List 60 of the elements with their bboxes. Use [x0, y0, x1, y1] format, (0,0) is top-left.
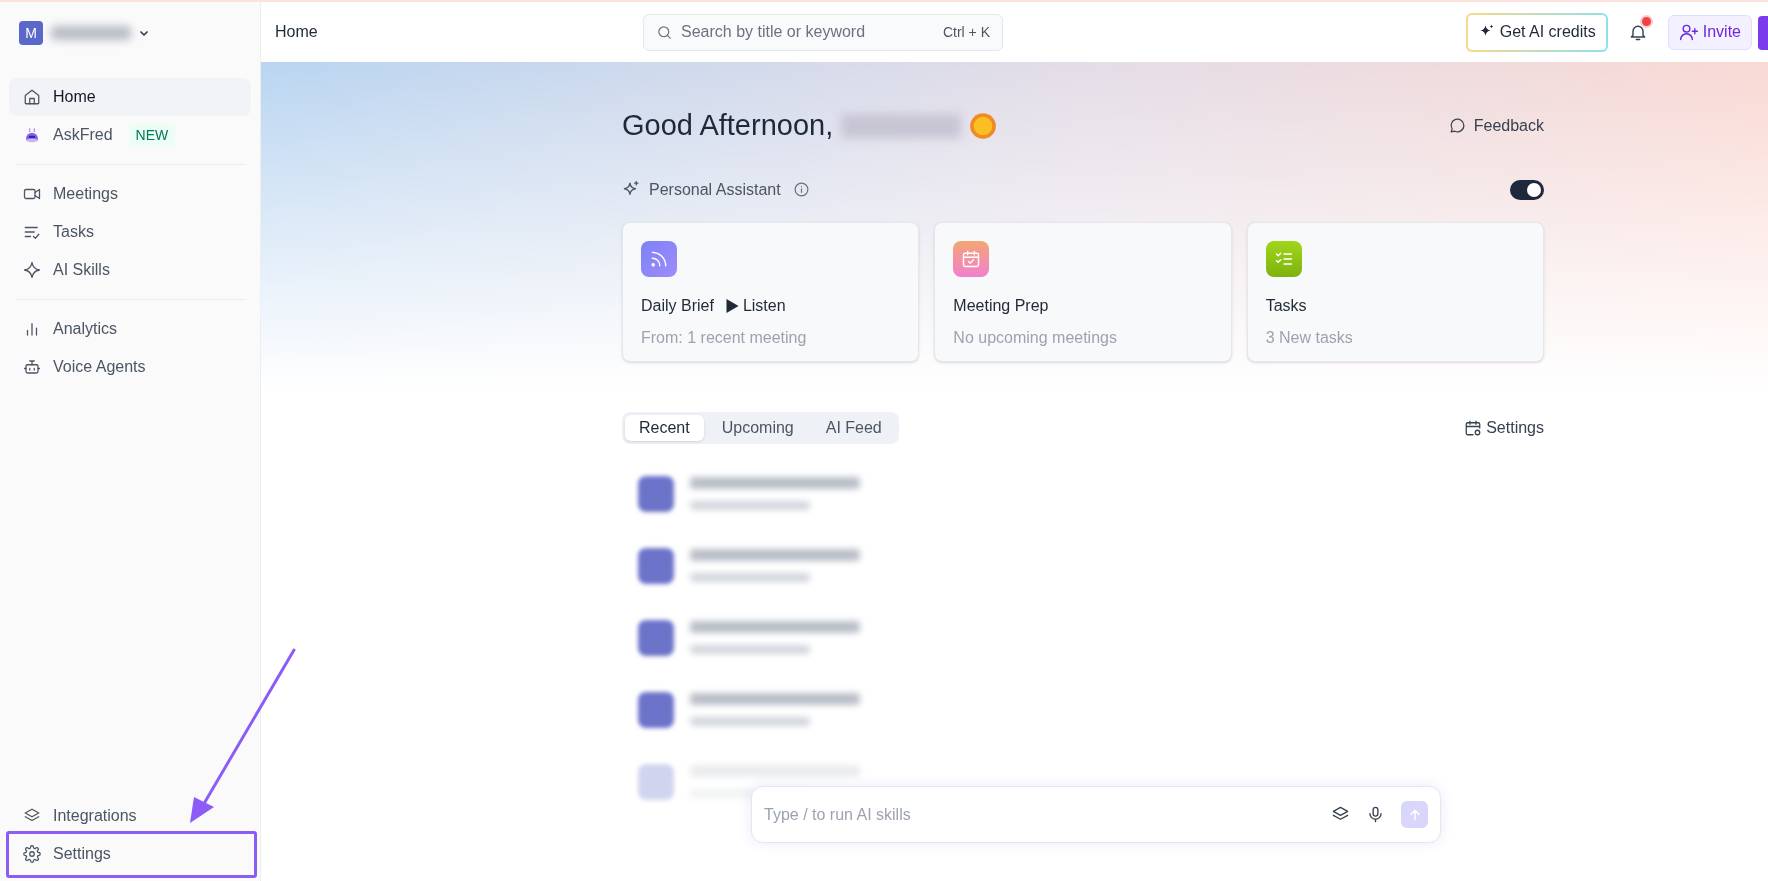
- meeting-icon: [638, 763, 674, 800]
- home-icon: [23, 88, 41, 106]
- search-icon: [656, 23, 673, 41]
- chevron-down-icon[interactable]: [139, 28, 149, 38]
- assistant-toggle[interactable]: [1510, 179, 1544, 200]
- sidebar-item[interactable]: Voice Agents: [9, 348, 251, 386]
- meeting-icon: [638, 619, 674, 656]
- card-subtitle: From: 1 recent meeting: [641, 327, 808, 348]
- robot-icon: [23, 358, 41, 376]
- feedback-button[interactable]: Feedback: [1448, 113, 1544, 138]
- calendar-gear-icon: [1464, 418, 1483, 437]
- checklist-icon: [1265, 240, 1302, 277]
- workspace-avatar[interactable]: M: [19, 21, 43, 45]
- sidebar-item[interactable]: AI Skills: [9, 251, 251, 289]
- feed-icon: [641, 240, 677, 277]
- summary-card[interactable]: Daily Brief Listen From: 1 recent meeting: [622, 221, 920, 362]
- page-title: Home: [275, 22, 319, 42]
- settings-icon: [23, 845, 41, 863]
- card-title: Tasks: [1265, 295, 1307, 316]
- sidebar-item[interactable]: Tasks: [9, 213, 251, 251]
- card-subtitle: 3 New tasks: [1265, 327, 1354, 348]
- meeting-icon: [638, 547, 674, 584]
- tab[interactable]: AI Feed: [811, 414, 896, 441]
- arrow-up-icon: [1407, 807, 1422, 822]
- sidebar-item[interactable]: Integrations: [9, 797, 251, 835]
- sidebar-item[interactable]: Settings: [9, 835, 251, 873]
- robot-icon: [23, 126, 41, 144]
- tab[interactable]: Recent: [625, 414, 704, 441]
- card-subtitle: No upcoming meetings: [953, 327, 1118, 348]
- invite-button[interactable]: Invite: [1667, 14, 1752, 50]
- calendar-icon: [953, 240, 990, 277]
- meeting-icon: [638, 691, 674, 728]
- search-bar[interactable]: Search by title or keyword Ctrl + K: [643, 13, 1003, 51]
- sidebar-item[interactable]: AskFred NEW: [9, 116, 251, 154]
- tab[interactable]: Upcoming: [707, 414, 808, 441]
- microphone-icon[interactable]: [1366, 805, 1385, 824]
- new-badge: NEW: [128, 123, 176, 147]
- search-field[interactable]: Search by title or keyword: [681, 20, 935, 44]
- chat-bubble-icon: [1448, 117, 1466, 135]
- composer-panel[interactable]: Type / to run AI skills: [751, 786, 1441, 843]
- meeting-icon: [638, 475, 674, 512]
- sun-icon: [969, 111, 998, 140]
- sidebar-item[interactable]: Analytics: [9, 310, 251, 348]
- card-title: Meeting Prep: [953, 295, 1049, 316]
- settings-link[interactable]: Settings: [1464, 415, 1544, 440]
- info-icon[interactable]: [792, 181, 810, 198]
- composer-field[interactable]: Type / to run AI skills: [764, 802, 1315, 827]
- sidebar-item[interactable]: Meetings: [9, 175, 251, 213]
- add-user-icon: [1678, 22, 1699, 42]
- play-icon: [725, 298, 739, 313]
- sidebar-item[interactable]: Home: [9, 78, 251, 116]
- assistant-label: Personal Assistant: [649, 179, 781, 200]
- summary-card[interactable]: Tasks 3 New tasks: [1246, 221, 1544, 362]
- greeting: Good Afternoon,: [622, 108, 834, 143]
- summary-card[interactable]: Meeting Prep No upcoming meetings: [934, 221, 1232, 362]
- sparkle-icon: [23, 261, 41, 279]
- get-credits-button[interactable]: Get AI credits: [1467, 14, 1606, 50]
- listen-button[interactable]: Listen: [725, 293, 786, 318]
- card-title: Daily Brief: [641, 295, 714, 316]
- keyboard-shortcut: Ctrl + K: [942, 22, 990, 42]
